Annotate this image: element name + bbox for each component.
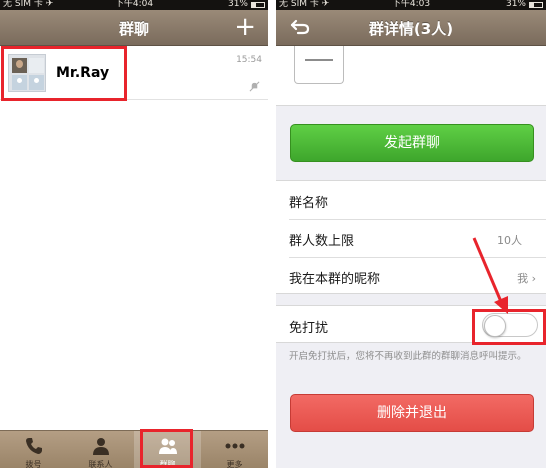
row-label: 群名称: [289, 196, 329, 211]
contacts-icon: [92, 438, 109, 455]
phone-icon: [25, 438, 42, 454]
battery-percent: 31%: [227, 0, 248, 9]
more-icon: [225, 443, 244, 449]
do-not-disturb-toggle[interactable]: [482, 313, 538, 337]
row-label: 免打扰: [289, 321, 329, 336]
do-not-disturb-hint: 开启免打扰后，您将不再收到此群的群聊消息呼叫提示。: [289, 351, 527, 362]
my-group-nickname-row[interactable]: 我在本群的昵称 我 ›: [276, 257, 546, 295]
delete-and-exit-button[interactable]: 删除并退出: [290, 394, 534, 432]
bottom-tab-bar: 拨号 联系人 群聊 更多: [0, 430, 268, 468]
group-info-section: 群名称 群人数上限 10人 我在本群的昵称 我 ›: [276, 180, 546, 294]
group-chat-list-screen: 无 SIM 卡 ✈ 下午4:04 31% 群聊 + Mr.Ray 15:54 拨…: [0, 0, 268, 468]
battery-icon: [529, 1, 543, 8]
battery-indicator: 31%: [506, 0, 543, 9]
page-title: 群详情(3人): [368, 20, 454, 38]
tab-dial[interactable]: 拨号: [0, 431, 67, 468]
group-size-limit-row[interactable]: 群人数上限 10人: [276, 219, 546, 257]
status-bar: 无 SIM 卡 ✈ 下午4:04 31%: [0, 0, 268, 10]
tab-label: 更多: [226, 460, 243, 468]
chat-list-item[interactable]: Mr.Ray 15:54: [0, 46, 268, 100]
do-not-disturb-row: 免打扰: [276, 305, 546, 343]
tab-more[interactable]: 更多: [201, 431, 268, 468]
row-value: 我 ›: [517, 272, 536, 285]
group-details-screen: 无 SIM 卡 ✈ 下午4:03 31% 群详情(3人) 发起群聊 群名称 群人…: [276, 0, 546, 468]
chat-timestamp: 15:54: [236, 55, 262, 65]
group-name-row[interactable]: 群名称: [276, 181, 546, 219]
row-label: 群人数上限: [289, 234, 355, 249]
battery-indicator: 31%: [228, 0, 265, 9]
group-chat-icon: [158, 438, 177, 454]
remove-member-button[interactable]: [294, 46, 344, 84]
row-value: 10人: [497, 234, 522, 247]
status-bar: 无 SIM 卡 ✈ 下午4:03 31%: [276, 0, 546, 10]
group-avatar: [8, 54, 46, 92]
start-group-chat-button[interactable]: 发起群聊: [290, 124, 534, 162]
battery-icon: [251, 1, 265, 8]
muted-bell-icon: [249, 81, 260, 92]
member-avatar-photo: [12, 58, 27, 73]
member-avatar-placeholder: [29, 75, 44, 90]
tab-label: 群聊: [159, 460, 176, 468]
nav-bar: 群聊 +: [0, 10, 268, 46]
tab-contacts[interactable]: 联系人: [67, 431, 134, 468]
chat-name: Mr.Ray: [56, 65, 110, 81]
page-title: 群聊: [118, 20, 149, 38]
member-avatar-placeholder: [12, 75, 27, 90]
tab-group-chat[interactable]: 群聊: [134, 431, 201, 468]
add-button[interactable]: +: [234, 14, 256, 40]
row-label: 我在本群的昵称: [289, 272, 381, 287]
tab-label: 拨号: [25, 460, 42, 468]
nav-bar: 群详情(3人): [276, 10, 546, 46]
member-avatar-blank: [29, 58, 44, 73]
battery-percent: 31%: [505, 0, 526, 9]
tab-label: 联系人: [88, 460, 113, 468]
